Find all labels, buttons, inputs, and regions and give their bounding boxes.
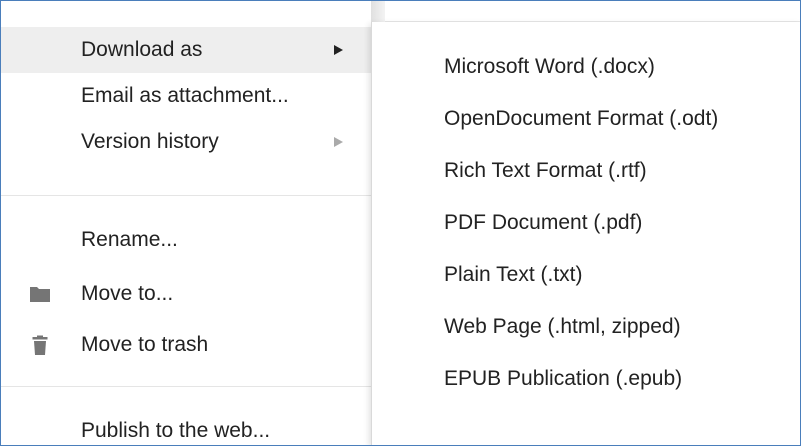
menu-item-label: Publish to the web... [81, 419, 271, 442]
menu-item-email-as-attachment[interactable]: Email as attachment... [1, 73, 371, 119]
menu-item-publish-to-web[interactable]: Publish to the web... [1, 408, 371, 445]
submenu-item-epub[interactable]: EPUB Publication (.epub) [372, 355, 800, 402]
submenu-item-pdf[interactable]: PDF Document (.pdf) [372, 199, 800, 246]
submenu-item-docx[interactable]: Microsoft Word (.docx) [372, 43, 800, 90]
menu-item-download-as[interactable]: Download as [1, 27, 371, 73]
submenu-item-label: EPUB Publication (.epub) [444, 366, 683, 390]
menu-item-move-to[interactable]: Move to... [1, 271, 371, 317]
folder-icon [29, 283, 51, 305]
submenu-item-label: Rich Text Format (.rtf) [444, 158, 647, 182]
menu-item-label: Move to trash [81, 333, 209, 356]
menu-item-label: Move to... [81, 282, 174, 305]
menu-item-move-to-trash[interactable]: Move to trash [1, 322, 371, 368]
download-as-submenu: Microsoft Word (.docx) OpenDocument Form… [371, 22, 800, 445]
submenu-item-html-zipped[interactable]: Web Page (.html, zipped) [372, 303, 800, 350]
submenu-item-txt[interactable]: Plain Text (.txt) [372, 251, 800, 298]
menu-separator [1, 386, 371, 387]
menu-bar-edge [371, 1, 385, 23]
menu-item-label: Email as attachment... [81, 84, 289, 107]
menu-item-rename[interactable]: Rename... [1, 217, 371, 263]
screenshot-frame: Download as Email as attachment... Versi… [0, 0, 801, 446]
menu-item-version-history[interactable]: Version history [1, 119, 371, 165]
file-menu: Download as Email as attachment... Versi… [1, 1, 371, 445]
submenu-item-label: OpenDocument Format (.odt) [444, 106, 719, 130]
menu-item-label: Download as [81, 38, 203, 61]
menu-separator [1, 195, 371, 196]
submenu-item-rtf[interactable]: Rich Text Format (.rtf) [372, 147, 800, 194]
menu-item-label: Version history [81, 130, 219, 153]
trash-icon [29, 334, 51, 356]
submenu-item-label: Web Page (.html, zipped) [444, 314, 681, 338]
submenu-item-label: PDF Document (.pdf) [444, 210, 643, 234]
submenu-item-label: Microsoft Word (.docx) [444, 54, 655, 78]
submenu-arrow-icon [334, 137, 343, 147]
submenu-item-label: Plain Text (.txt) [444, 262, 583, 286]
menu-item-label: Rename... [81, 228, 178, 251]
submenu-arrow-icon [334, 45, 343, 55]
submenu-item-odt[interactable]: OpenDocument Format (.odt) [372, 95, 800, 142]
